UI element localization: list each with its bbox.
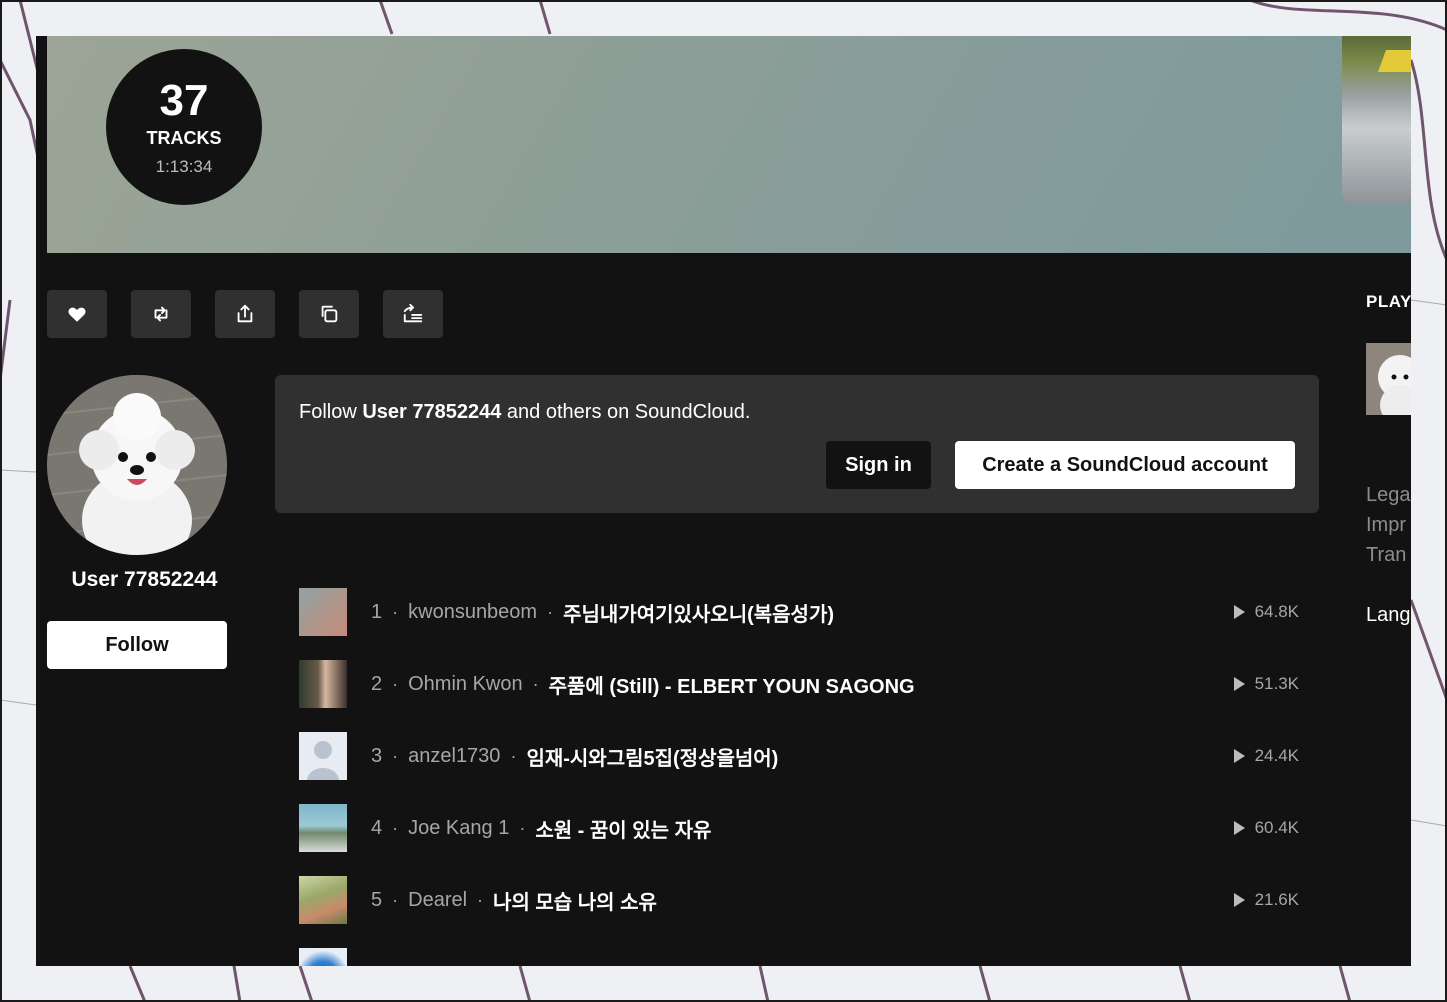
- track-artwork[interactable]: [299, 732, 347, 780]
- track-artist[interactable]: Joe Kang 1: [408, 817, 509, 840]
- track-row[interactable]: 4 · Joe Kang 1 · 소원 - 꿈이 있는 자유 60.4K: [299, 792, 1299, 864]
- play-count-icon: [1233, 893, 1245, 907]
- track-artist[interactable]: Ohmin Kwon: [408, 673, 523, 696]
- track-title[interactable]: 주품에 (Still) - ELBERT YOUN SAGONG: [549, 670, 915, 699]
- copy-link-button[interactable]: [299, 290, 359, 338]
- follow-prompt-user: User 77852244: [362, 401, 502, 423]
- track-count-badge: 37 TRACKS 1:13:34: [106, 49, 262, 205]
- sidebar-footer-links: Lega Impr Tran: [1366, 480, 1411, 570]
- track-title[interactable]: 소원 - 꿈이 있는 자유: [535, 814, 711, 843]
- hero-left-edge: [36, 36, 47, 253]
- copy-icon: [321, 305, 338, 323]
- share-button[interactable]: [215, 290, 275, 338]
- track-plays: 24.4K: [1233, 720, 1299, 792]
- play-count-icon: [1233, 677, 1245, 691]
- signin-prompt-card: Follow User 77852244 and others on Sound…: [275, 375, 1319, 513]
- heart-icon: [68, 307, 86, 322]
- track-artist[interactable]: kwonsunbeom: [408, 601, 537, 624]
- playlist-actions: [47, 290, 443, 338]
- play-count: 51.3K: [1254, 674, 1299, 693]
- play-count-icon: [1233, 821, 1245, 835]
- track-count: 37: [159, 75, 209, 125]
- play-count: 21.6K: [1254, 890, 1299, 909]
- track-artwork[interactable]: [299, 660, 347, 708]
- track-number: 4: [371, 816, 383, 839]
- playlist-duration: 1:13:34: [155, 156, 213, 176]
- track-label: TRACKS: [146, 127, 222, 148]
- track-row-partial[interactable]: [299, 936, 1299, 966]
- track-plays: 64.8K: [1233, 576, 1299, 648]
- repost-button[interactable]: [131, 290, 191, 338]
- track-row[interactable]: 1 · kwonsunbeom · 주님내가여기있사오니(복음성가) 64.8K: [299, 576, 1299, 648]
- track-title[interactable]: 나의 모습 나의 소유: [493, 886, 657, 915]
- play-count-icon: [1233, 749, 1245, 763]
- repost-icon: [154, 306, 168, 322]
- track-artist[interactable]: anzel1730: [408, 745, 500, 768]
- add-to-queue-icon: [403, 303, 423, 323]
- track-plays: 21.6K: [1233, 864, 1299, 936]
- track-number: 3: [371, 744, 383, 767]
- soundcloud-playlist-page: 37 TRACKS 1:13:34 User 77852244 Follow F…: [36, 36, 1411, 966]
- track-row[interactable]: 5 · Dearel · 나의 모습 나의 소유 21.6K: [299, 864, 1299, 936]
- language-selector[interactable]: Lang: [1366, 604, 1411, 627]
- track-number: 5: [371, 888, 383, 911]
- track-plays: 51.3K: [1233, 648, 1299, 720]
- sidebar-link-imprint[interactable]: Impr: [1366, 510, 1411, 540]
- follow-prompt-suffix: and others on SoundCloud.: [501, 401, 751, 423]
- sidebar-playlist-thumb[interactable]: [1366, 343, 1411, 415]
- right-sidebar: PLAY Lega Impr Tran Lang: [1366, 292, 1411, 626]
- track-artwork[interactable]: [299, 948, 347, 966]
- follow-prompt-prefix: Follow: [299, 401, 363, 423]
- add-to-queue-button[interactable]: [383, 290, 443, 338]
- track-artwork[interactable]: [299, 588, 347, 636]
- track-row[interactable]: 2 · Ohmin Kwon · 주품에 (Still) - ELBERT YO…: [299, 648, 1299, 720]
- sidebar-heading: PLAY: [1366, 292, 1411, 311]
- track-artwork[interactable]: [299, 804, 347, 852]
- track-title[interactable]: 주님내가여기있사오니(복음성가): [563, 598, 834, 627]
- user-name[interactable]: User 77852244: [47, 568, 242, 592]
- play-count: 60.4K: [1254, 818, 1299, 837]
- track-title[interactable]: 임재-시와그림5집(정상을넘어): [526, 742, 778, 771]
- track-plays: 60.4K: [1233, 792, 1299, 864]
- track-number: 2: [371, 672, 383, 695]
- playlist-artwork[interactable]: [1342, 36, 1411, 204]
- sign-in-button[interactable]: Sign in: [826, 441, 931, 489]
- follow-button[interactable]: Follow: [47, 621, 227, 669]
- create-account-button[interactable]: Create a SoundCloud account: [955, 441, 1295, 489]
- track-list: 1 · kwonsunbeom · 주님내가여기있사오니(복음성가) 64.8K…: [299, 576, 1299, 966]
- play-count: 64.8K: [1254, 602, 1299, 621]
- user-avatar[interactable]: [47, 375, 227, 555]
- sidebar-link-legal[interactable]: Lega: [1366, 480, 1411, 510]
- follow-prompt-text: Follow User 77852244 and others on Sound…: [299, 401, 750, 424]
- play-count: 24.4K: [1254, 746, 1299, 765]
- like-button[interactable]: [47, 290, 107, 338]
- track-number: 1: [371, 600, 383, 623]
- playlist-hero: 37 TRACKS 1:13:34: [47, 36, 1411, 253]
- play-count-icon: [1233, 605, 1245, 619]
- share-icon: [237, 304, 253, 323]
- track-row[interactable]: 3 · anzel1730 · 임재-시와그림5집(정상을넘어) 24.4K: [299, 720, 1299, 792]
- track-artwork[interactable]: [299, 876, 347, 924]
- track-artist[interactable]: Dearel: [408, 889, 467, 912]
- sidebar-link-transparency[interactable]: Tran: [1366, 540, 1411, 570]
